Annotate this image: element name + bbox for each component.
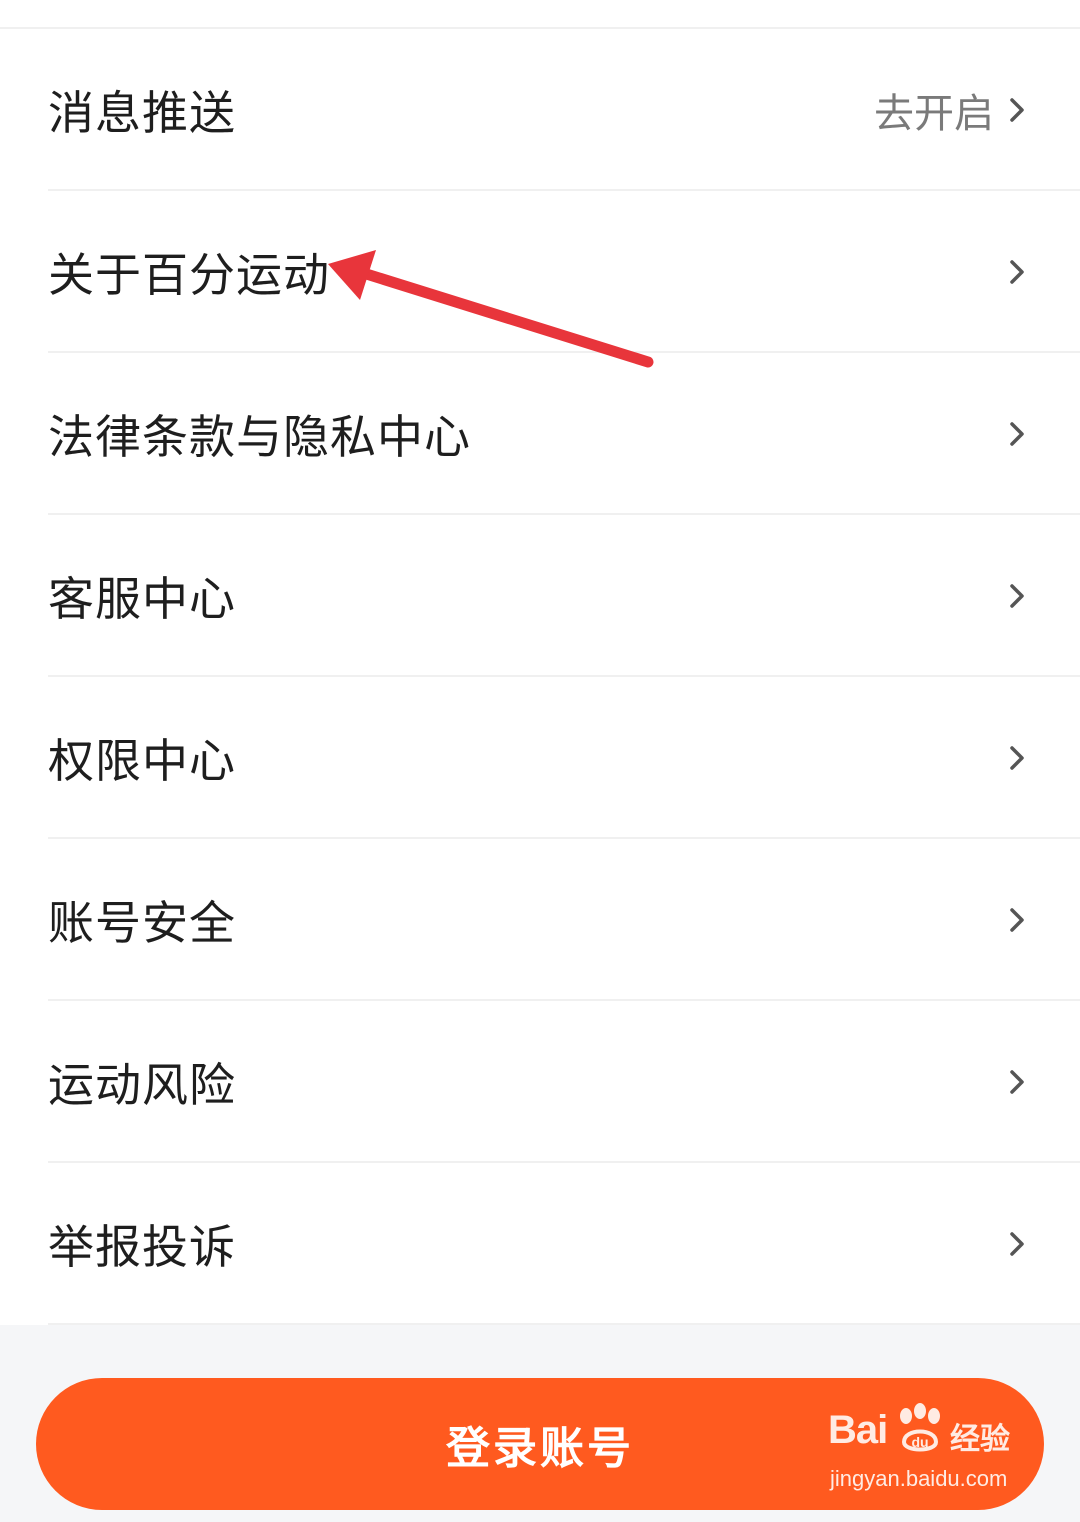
settings-list: 消息推送 去开启 关于百分运动 法律条款与隐私中心 客服中心 权限中心 账号安全… (0, 0, 1080, 1325)
login-button[interactable]: 登录账号 (36, 1378, 1044, 1510)
settings-item-report-complaint[interactable]: 举报投诉 (0, 1163, 1080, 1325)
settings-item-about[interactable]: 关于百分运动 (0, 191, 1080, 353)
chevron-right-icon (1006, 95, 1028, 125)
chevron-right-icon (1006, 1067, 1028, 1097)
settings-item-label: 权限中心 (48, 734, 236, 788)
settings-item-label: 消息推送 (48, 86, 236, 140)
settings-item-legal-privacy[interactable]: 法律条款与隐私中心 (0, 353, 1080, 515)
settings-item-label: 关于百分运动 (48, 248, 330, 302)
settings-item-customer-service[interactable]: 客服中心 (0, 515, 1080, 677)
settings-item-label: 账号安全 (48, 896, 236, 950)
chevron-right-icon (1006, 743, 1028, 773)
settings-item-message-push[interactable]: 消息推送 去开启 (0, 29, 1080, 191)
settings-item-label: 举报投诉 (48, 1220, 236, 1274)
row-divider (48, 1323, 1080, 1325)
chevron-right-icon (1006, 1229, 1028, 1259)
chevron-right-icon (1006, 257, 1028, 287)
settings-item-label: 法律条款与隐私中心 (48, 410, 471, 464)
chevron-right-icon (1006, 581, 1028, 611)
settings-item-exercise-risk[interactable]: 运动风险 (0, 1001, 1080, 1163)
settings-item-label: 客服中心 (48, 572, 236, 626)
settings-item-account-security[interactable]: 账号安全 (0, 839, 1080, 1001)
chevron-right-icon (1006, 419, 1028, 449)
chevron-right-icon (1006, 905, 1028, 935)
settings-item-value: 去开启 (874, 91, 994, 137)
settings-item-permissions[interactable]: 权限中心 (0, 677, 1080, 839)
settings-item-label: 运动风险 (48, 1058, 236, 1112)
